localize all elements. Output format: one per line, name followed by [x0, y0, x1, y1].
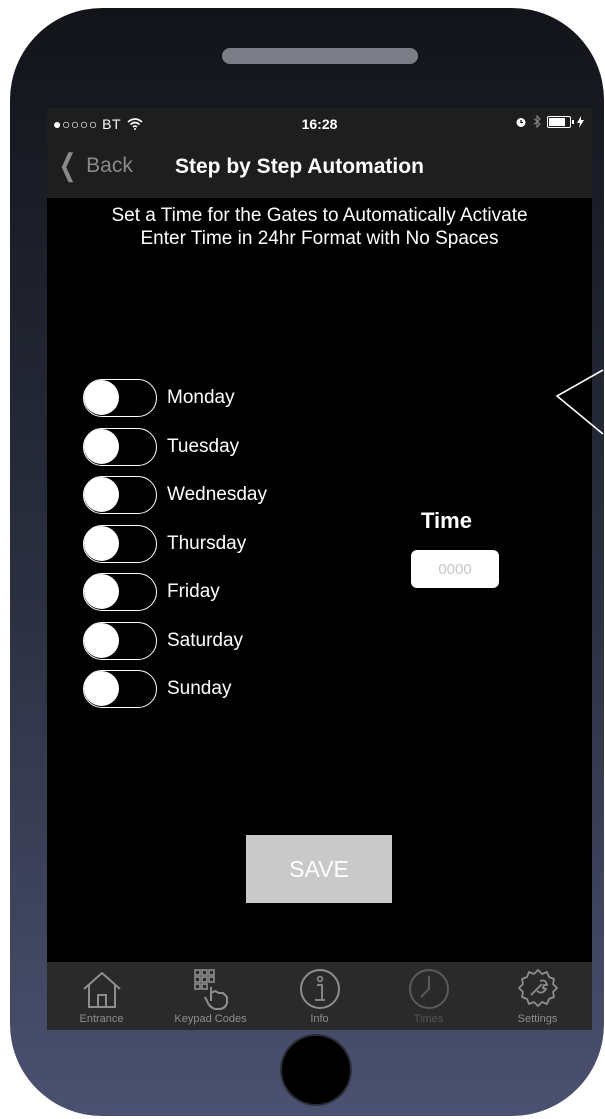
toggle-knob [84, 622, 119, 658]
tab-label: Info [310, 1013, 329, 1025]
day-row-wednesday: Wednesday [83, 471, 267, 520]
day-label: Friday [167, 581, 220, 603]
day-row-friday: Friday [83, 568, 267, 617]
speaker-grille [222, 48, 418, 64]
chevron-left-icon: ❮ [58, 149, 77, 182]
tab-label: Settings [517, 1013, 558, 1025]
wednesday-toggle[interactable] [83, 476, 157, 515]
day-label: Tuesday [167, 435, 240, 457]
day-label: Wednesday [167, 484, 267, 506]
clock-icon [408, 969, 449, 1009]
friday-toggle[interactable] [83, 573, 157, 612]
navigation-bar: ❮ Back Step by Step Automation [47, 140, 592, 198]
day-toggle-list: Monday Tuesday Wednesday Thursday Friday… [83, 374, 267, 714]
page-title: Step by Step Automation [175, 155, 424, 178]
home-icon [82, 972, 121, 1008]
time-input[interactable] [411, 550, 499, 588]
day-row-sunday: Sunday [83, 665, 267, 714]
alarm-icon [516, 117, 526, 127]
callout-pointer [555, 369, 604, 435]
time-label: Time [421, 508, 472, 533]
day-label: Saturday [167, 629, 244, 651]
tab-times[interactable]: Times [374, 962, 483, 1030]
battery-icon [547, 115, 574, 128]
toggle-knob [84, 574, 119, 610]
tab-keypad-codes[interactable]: Keypad Codes [156, 962, 265, 1030]
tab-bar: Entrance Keypad Codes Info Times Setting… [47, 962, 592, 1030]
toggle-knob [84, 525, 119, 561]
back-label: Back [86, 154, 133, 177]
day-row-thursday: Thursday [83, 520, 267, 569]
tab-info[interactable]: Info [265, 962, 374, 1030]
instructions: Set a Time for the Gates to Automaticall… [47, 204, 592, 250]
instruction-line-2: Enter Time in 24hr Format with No Spaces [140, 228, 499, 249]
thursday-toggle[interactable] [83, 524, 157, 563]
instruction-line-1: Set a Time for the Gates to Automaticall… [111, 205, 528, 226]
day-row-monday: Monday [83, 374, 267, 423]
toggle-knob [84, 380, 119, 416]
settings-icon [517, 969, 558, 1007]
tab-label: Keypad Codes [174, 1013, 247, 1025]
back-button[interactable]: ❮ Back [55, 149, 133, 182]
home-button[interactable] [282, 1036, 350, 1104]
day-label: Monday [167, 387, 235, 409]
keypad-icon [193, 969, 228, 1010]
status-time: 16:28 [301, 116, 338, 132]
monday-toggle[interactable] [83, 379, 157, 418]
save-button[interactable]: SAVE [246, 835, 392, 903]
tab-label: Times [413, 1013, 444, 1025]
toggle-knob [84, 477, 119, 513]
sunday-toggle[interactable] [83, 670, 157, 709]
tuesday-toggle[interactable] [83, 427, 157, 466]
phone-frame: ●○○○○ BT 16:28 ❮ Back Step by Step Autom… [10, 8, 604, 1116]
status-bar: ●○○○○ BT 16:28 [47, 108, 592, 140]
day-label: Thursday [167, 532, 247, 554]
toggle-knob [84, 671, 119, 707]
day-label: Sunday [167, 678, 232, 700]
tab-entrance[interactable]: Entrance [47, 962, 156, 1030]
app-screen: ●○○○○ BT 16:28 ❮ Back Step by Step Autom… [47, 108, 592, 1030]
toggle-knob [84, 428, 119, 464]
day-row-tuesday: Tuesday [83, 423, 267, 472]
status-icons [515, 115, 584, 128]
tab-settings[interactable]: Settings [483, 962, 592, 1030]
tab-label: Entrance [79, 1013, 124, 1025]
info-icon [299, 969, 340, 1009]
charging-icon [577, 115, 584, 128]
day-row-saturday: Saturday [83, 617, 267, 666]
saturday-toggle[interactable] [83, 621, 157, 660]
bluetooth-icon [533, 115, 541, 128]
